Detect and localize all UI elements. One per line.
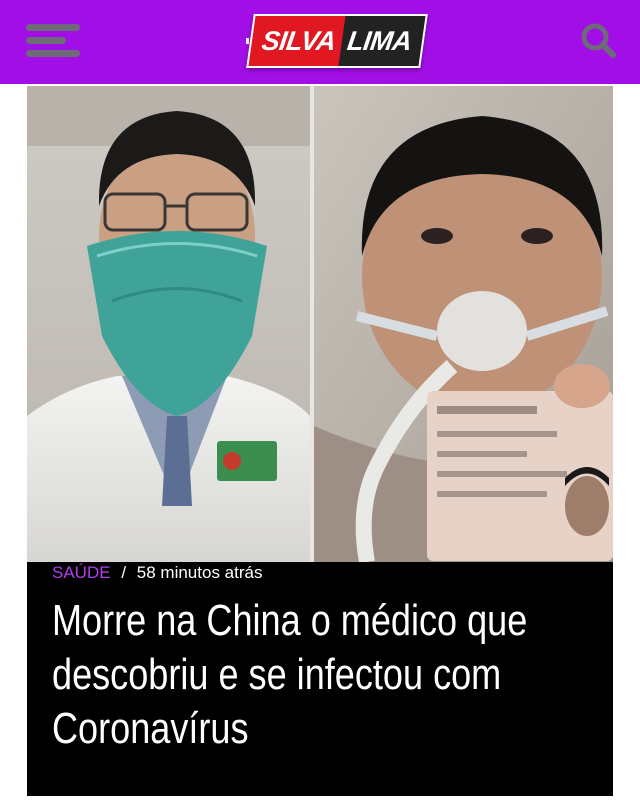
- search-icon[interactable]: [578, 20, 618, 60]
- site-logo[interactable]: SILVA LIMA: [246, 14, 428, 68]
- meta-separator: /: [121, 563, 127, 582]
- hamburger-menu-icon[interactable]: [26, 22, 80, 60]
- article-meta: SAÚDE / 58 minutos atrás: [52, 562, 262, 584]
- article-headline[interactable]: Morre na China o médico que descobriu e …: [52, 594, 593, 756]
- article-card[interactable]: SAÚDE / 58 minutos atrás Morre na China …: [27, 86, 613, 796]
- logo-text-silva: SILVA: [246, 14, 346, 68]
- logo-text-lima: LIMA: [337, 14, 428, 68]
- logo-accent: [246, 38, 249, 44]
- published-time: 58 minutos atrás: [136, 563, 263, 582]
- article-photo[interactable]: [27, 86, 613, 562]
- top-app-bar: SILVA LIMA: [0, 0, 640, 84]
- category-link[interactable]: SAÚDE: [52, 563, 111, 582]
